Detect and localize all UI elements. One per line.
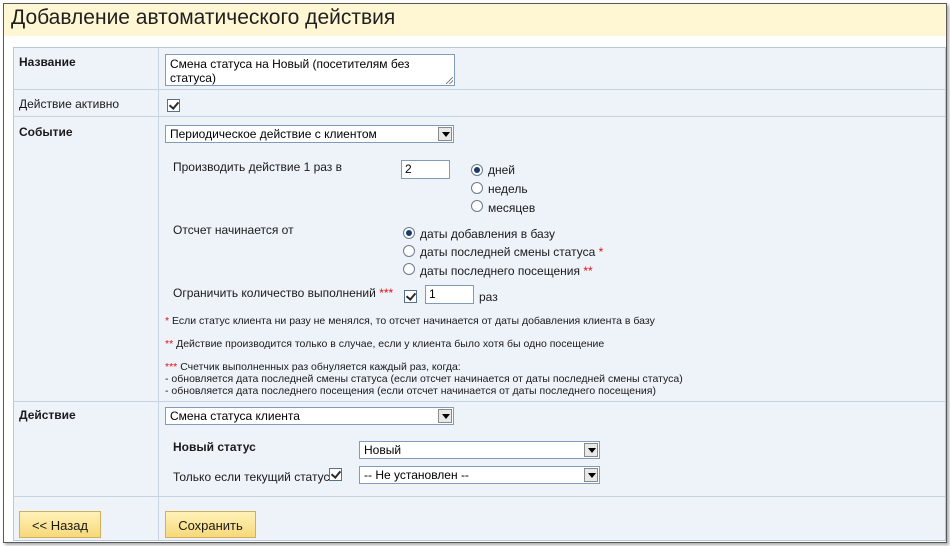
- start-added-radio[interactable]: [403, 227, 415, 239]
- event-row: Событие Периодическое действие с клиенто…: [14, 117, 945, 401]
- note-3-line-2: - обновляется дата последней смены стату…: [165, 373, 683, 385]
- chevron-down-icon: [438, 127, 452, 141]
- resize-grip-icon[interactable]: [446, 77, 453, 84]
- active-checkbox[interactable]: [167, 99, 180, 112]
- chevron-down-icon: [584, 443, 598, 457]
- back-button[interactable]: << Назад: [19, 511, 101, 538]
- start-last-visit-label: даты последнего посещения **: [420, 264, 593, 278]
- note-1: * Если статус клиента ни разу не менялся…: [165, 315, 655, 327]
- new-status-label: Новый статус: [173, 440, 256, 454]
- period-input[interactable]: 2: [401, 160, 450, 179]
- note-3-line-3: - обновляется дата последнего посещения …: [165, 385, 656, 397]
- save-button[interactable]: Сохранить: [165, 511, 256, 538]
- only-if-label: Только если текущий статус: [173, 470, 330, 484]
- limit-checkbox[interactable]: [404, 290, 417, 303]
- event-label: Событие: [19, 125, 73, 139]
- start-status-change-label: даты последней смены статуса *: [420, 245, 604, 259]
- limit-label: Ограничить количество выполнений ***: [173, 286, 394, 300]
- period-unit-days-label: дней: [488, 163, 516, 177]
- current-status-select[interactable]: -- Не установлен --: [359, 466, 600, 484]
- start-label: Отсчет начинается от: [173, 223, 294, 237]
- name-label: Название: [19, 55, 76, 69]
- note-2: ** Действие производится только в случае…: [165, 338, 605, 350]
- action-row: Действие Смена статуса клиента Новый ста…: [14, 402, 945, 496]
- page-title: Добавление автоматического действия: [11, 6, 396, 29]
- note-3-line-1: *** Счетчик выполненных раз обнуляется к…: [165, 361, 461, 373]
- period-unit-days-radio[interactable]: [471, 164, 483, 176]
- page-header: Добавление автоматического действия: [4, 4, 946, 36]
- limit-unit: раз: [479, 290, 498, 304]
- only-if-checkbox[interactable]: [329, 468, 342, 481]
- limit-input[interactable]: 1: [425, 285, 474, 304]
- period-unit-months-label: месяцев: [488, 201, 536, 215]
- name-value: Смена статуса на Новый (посетителям без …: [170, 57, 410, 85]
- start-added-label: даты добавления в базу: [420, 227, 555, 241]
- form-table: Название Смена статуса на Новый (посетит…: [13, 47, 946, 541]
- period-unit-months-radio[interactable]: [471, 200, 483, 212]
- active-row: Действие активно: [14, 90, 945, 116]
- new-status-select[interactable]: Новый: [359, 441, 600, 459]
- action-label: Действие: [19, 408, 76, 422]
- name-row: Название Смена статуса на Новый (посетит…: [14, 48, 945, 89]
- chevron-down-icon: [584, 468, 598, 482]
- dialog-window: Добавление автоматического действия Назв…: [3, 3, 947, 543]
- period-unit-weeks-radio[interactable]: [471, 182, 483, 194]
- start-status-change-radio[interactable]: [403, 245, 415, 257]
- chevron-down-icon: [438, 409, 452, 423]
- action-select[interactable]: Смена статуса клиента: [165, 407, 454, 425]
- event-select[interactable]: Периодическое действие с клиентом: [165, 125, 454, 143]
- name-textarea[interactable]: Смена статуса на Новый (посетителям без …: [165, 54, 455, 86]
- period-unit-weeks-label: недель: [488, 182, 528, 196]
- period-label: Производить действие 1 раз в: [173, 160, 343, 174]
- active-label: Действие активно: [19, 97, 120, 111]
- start-last-visit-radio[interactable]: [403, 263, 415, 275]
- buttons-row: << Назад Сохранить: [14, 497, 945, 540]
